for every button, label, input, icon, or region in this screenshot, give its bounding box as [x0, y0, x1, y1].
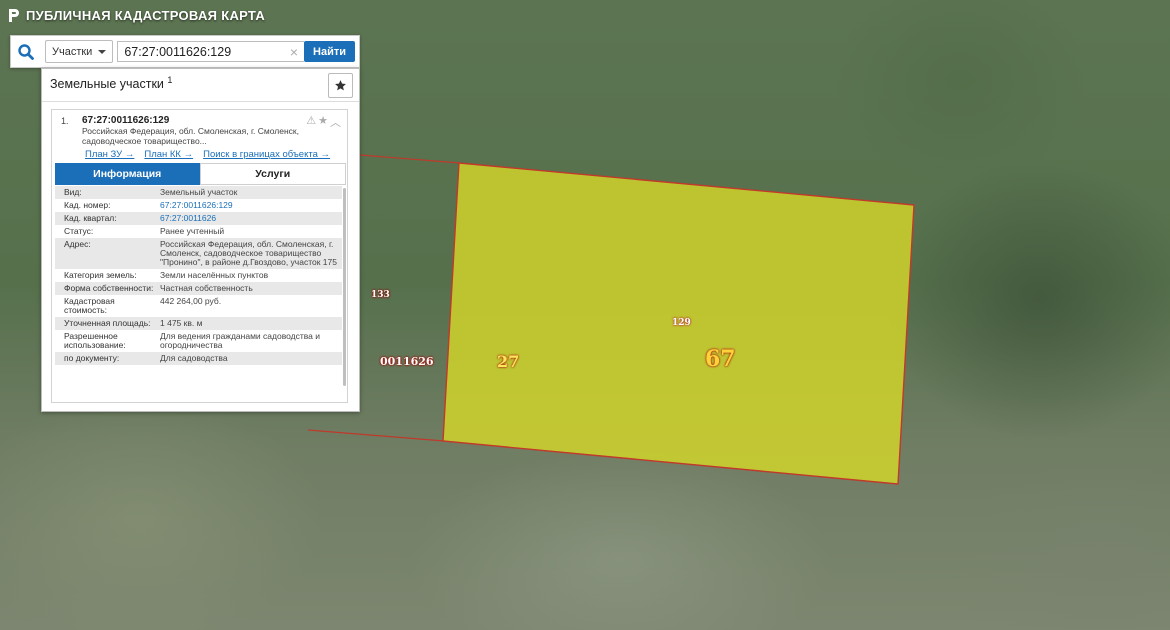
row-key: Разрешенное использование: [64, 331, 126, 350]
results-title-text: Земельные участки [50, 77, 164, 92]
row-key: Кад. квартал: [64, 213, 117, 223]
find-button[interactable]: Найти [304, 41, 355, 62]
row-key: Статус: [64, 226, 94, 236]
row-key: Уточненная площадь: [64, 318, 151, 328]
results-card: Земельные участки 1 1. 67:27:0011626:129… [41, 68, 360, 412]
parcel-boundary-line [359, 154, 461, 164]
table-row: Кадастровая стоимость: 442 264,00 руб. [55, 295, 342, 317]
parcel-boundary-line [307, 429, 445, 442]
search-icon[interactable] [17, 43, 35, 61]
chevron-down-icon [98, 49, 107, 54]
row-value: Земли населённых пунктов [160, 270, 269, 280]
search-bar: Участки 67:27:0011626:129 × Найти [10, 35, 360, 68]
row-key: Категория земель: [64, 270, 137, 280]
row-value: Земельный участок [160, 187, 238, 197]
quarter-label: 0011626 [380, 355, 434, 368]
link-plan-kk[interactable]: План КК → [144, 149, 193, 160]
row-value[interactable]: 67:27:0011626:129 [160, 201, 342, 210]
search-type-label: Участки [52, 45, 93, 58]
item-tabs: Информация Услуги [55, 163, 346, 185]
brand-title: ПУБЛИЧНАЯ КАДАСТРОВАЯ КАРТА [26, 8, 266, 23]
item-address: Российская Федерация, обл. Смоленская, г… [82, 126, 299, 146]
search-query-text: 67:27:0011626:129 [124, 44, 232, 59]
district-label: 27 [497, 352, 520, 371]
row-value: Российская Федерация, обл. Смоленская, г… [160, 239, 337, 267]
row-key: по документу: [64, 353, 120, 363]
star-icon [335, 80, 346, 91]
search-panel: Участки 67:27:0011626:129 × Найти [10, 35, 360, 68]
item-cadastral-number[interactable]: 67:27:0011626:129 [82, 115, 169, 126]
item-index: 1. [61, 116, 69, 126]
divider [42, 101, 359, 102]
scrollbar[interactable] [343, 188, 346, 386]
info-table: Вид: Земельный участок Кад. номер: 67:27:00… [55, 186, 342, 365]
table-row: Статус: Ранее учтенный [55, 225, 342, 238]
row-value: Частная собственность [160, 283, 253, 293]
favorite-button[interactable] [328, 73, 353, 98]
row-value: Для ведения гражданами садоводства и ого… [160, 331, 321, 350]
results-count: 1 [167, 75, 173, 85]
table-row: Категория земель: Земли населённых пункто… [55, 269, 342, 282]
result-item[interactable]: 1. 67:27:0011626:129 Российская Федераци… [51, 109, 348, 403]
row-value: Для садоводства [160, 353, 228, 363]
table-row: Уточненная площадь: 1 475 кв. м [55, 317, 342, 330]
link-plan-zu[interactable]: План ЗУ → [85, 149, 134, 160]
row-key: Вид: [64, 187, 82, 197]
table-row: по документу: Для садоводства [55, 352, 342, 365]
tab-services[interactable]: Услуги [199, 163, 346, 185]
warning-icon[interactable]: ⚠ [306, 114, 316, 130]
table-row: Кад. номер: 67:27:0011626:129 [55, 199, 342, 212]
item-actions: ⚠ ★ ︿ [306, 114, 341, 130]
table-row: Кад. квартал: 67:27:0011626 [55, 212, 342, 225]
star-icon[interactable]: ★ [318, 114, 328, 130]
table-row: Вид: Земельный участок [55, 186, 342, 199]
row-value: 1 475 кв. м [160, 318, 203, 328]
tab-info[interactable]: Информация [55, 163, 200, 185]
row-key: Форма собственности: [64, 283, 154, 293]
results-title: Земельные участки 1 [50, 75, 172, 91]
item-links: План ЗУ → План КК → Поиск в границах объ… [85, 149, 330, 160]
search-type-select[interactable]: Участки [45, 40, 114, 63]
logo-icon [9, 9, 19, 22]
chevron-up-icon[interactable]: ︿ [330, 114, 341, 130]
region-label: 67 [705, 346, 736, 372]
search-input[interactable]: 67:27:0011626:129 × [117, 41, 305, 62]
row-value: Ранее учтенный [160, 226, 225, 236]
row-key: Адрес: [64, 239, 91, 249]
row-key: Кад. номер: [64, 200, 111, 210]
table-row: Форма собственности: Частная собственност… [55, 282, 342, 295]
link-search-within[interactable]: Поиск в границах объекта → [203, 149, 330, 160]
parcel-label-133: 133 [371, 290, 390, 300]
row-value: 442 264,00 руб. [160, 296, 222, 306]
parcel-label-129: 129 [672, 318, 691, 328]
table-row: Разрешенное использование: Для ведения гр… [55, 330, 342, 352]
row-value[interactable]: 67:27:0011626 [160, 214, 342, 223]
row-key: Кадастровая стоимость: [64, 296, 115, 315]
table-row: Адрес: Российская Федерация, обл. Смоленс… [55, 238, 342, 269]
close-icon[interactable]: × [290, 44, 298, 60]
brand[interactable]: ПУБЛИЧНАЯ КАДАСТРОВАЯ КАРТА [8, 8, 265, 23]
